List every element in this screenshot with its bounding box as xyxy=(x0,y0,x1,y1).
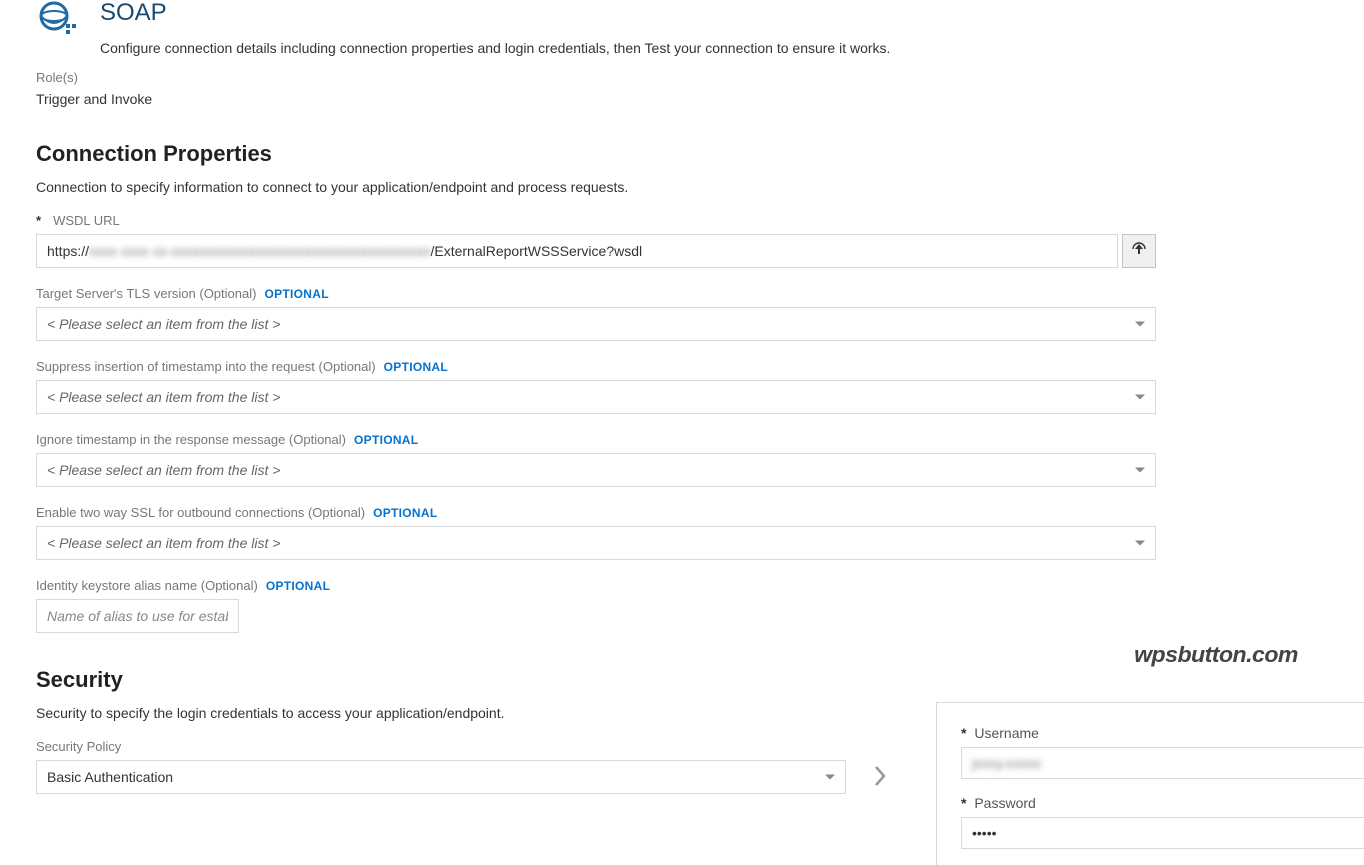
connection-properties-description: Connection to specify information to con… xyxy=(36,179,1364,195)
page-title: SOAP xyxy=(100,0,1364,26)
credentials-panel: * Username jxxxy.xxxxx * Password ••••• xyxy=(936,702,1364,865)
page-description: Configure connection details including c… xyxy=(100,40,1364,56)
optional-tag: OPTIONAL xyxy=(264,287,328,301)
password-label: Password xyxy=(974,795,1035,811)
required-indicator: * xyxy=(961,725,966,741)
suppress-timestamp-select[interactable]: < Please select an item from the list > xyxy=(36,380,1156,414)
username-input[interactable]: jxxxy.xxxxx xyxy=(961,747,1364,779)
wsdl-url-input[interactable]: https:// xxxx xxxx xx-xxxxxxxxxxxxxxxxxx… xyxy=(36,234,1118,268)
ignore-timestamp-select[interactable]: < Please select an item from the list > xyxy=(36,453,1156,487)
twoway-ssl-select[interactable]: < Please select an item from the list > xyxy=(36,526,1156,560)
select-placeholder: < Please select an item from the list > xyxy=(47,535,280,551)
security-policy-value: Basic Authentication xyxy=(47,769,173,785)
tls-version-select[interactable]: < Please select an item from the list > xyxy=(36,307,1156,341)
optional-tag: OPTIONAL xyxy=(373,506,437,520)
security-policy-label: Security Policy xyxy=(36,739,121,754)
soap-icon xyxy=(36,0,80,36)
wsdl-url-suffix: /ExternalReportWSSService?wsdl xyxy=(430,243,642,259)
required-indicator: * xyxy=(961,795,966,811)
wsdl-url-label: WSDL URL xyxy=(53,213,120,228)
chevron-down-icon xyxy=(1135,322,1145,327)
security-heading: Security xyxy=(36,667,1364,693)
keystore-alias-input[interactable] xyxy=(36,599,239,633)
chevron-down-icon xyxy=(825,775,835,780)
connection-properties-heading: Connection Properties xyxy=(36,141,1364,167)
twoway-ssl-label: Enable two way SSL for outbound connecti… xyxy=(36,505,365,520)
password-input[interactable]: ••••• xyxy=(961,817,1364,849)
wsdl-url-prefix: https:// xyxy=(47,243,89,259)
wsdl-upload-button[interactable] xyxy=(1122,234,1156,268)
chevron-down-icon xyxy=(1135,468,1145,473)
chevron-down-icon xyxy=(1135,395,1145,400)
chevron-down-icon xyxy=(1135,541,1145,546)
optional-tag: OPTIONAL xyxy=(266,579,330,593)
select-placeholder: < Please select an item from the list > xyxy=(47,389,280,405)
username-label: Username xyxy=(974,725,1039,741)
roles-value: Trigger and Invoke xyxy=(36,91,1364,107)
required-indicator: * xyxy=(36,213,41,228)
keystore-alias-label: Identity keystore alias name (Optional) xyxy=(36,578,258,593)
wsdl-url-host-redacted: xxxx xxxx xx-xxxxxxxxxxxxxxxxxxxxxxxxxxx… xyxy=(89,243,430,259)
optional-tag: OPTIONAL xyxy=(354,433,418,447)
expand-credentials-button[interactable] xyxy=(868,765,892,789)
password-value-masked: ••••• xyxy=(972,825,997,841)
watermark: wpsbutton.com xyxy=(1134,642,1298,668)
select-placeholder: < Please select an item from the list > xyxy=(47,316,280,332)
select-placeholder: < Please select an item from the list > xyxy=(47,462,280,478)
suppress-timestamp-label: Suppress insertion of timestamp into the… xyxy=(36,359,376,374)
roles-label: Role(s) xyxy=(36,70,1364,85)
ignore-timestamp-label: Ignore timestamp in the response message… xyxy=(36,432,346,447)
tls-version-label: Target Server's TLS version (Optional) xyxy=(36,286,256,301)
upload-icon xyxy=(1131,242,1147,261)
optional-tag: OPTIONAL xyxy=(384,360,448,374)
chevron-right-icon xyxy=(873,765,887,790)
username-value-redacted: jxxxy.xxxxx xyxy=(972,755,1041,771)
security-policy-select[interactable]: Basic Authentication xyxy=(36,760,846,794)
